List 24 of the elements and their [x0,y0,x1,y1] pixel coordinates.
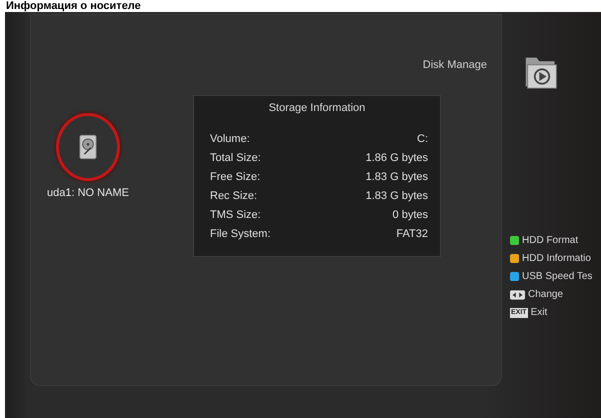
legend-label: Exit [530,307,548,318]
info-value: C: [417,132,428,147]
info-label: Free Size: [210,170,260,185]
legend-label: HDD Format [522,235,578,246]
info-value: 1.86 G bytes [366,151,428,166]
drive-ring[interactable] [56,113,120,181]
hard-drive-icon [79,134,97,160]
left-right-key-icon [510,290,525,300]
caption: Информация о носителе [6,1,141,12]
info-value: 1.83 G bytes [366,170,428,185]
info-value: 0 bytes [392,208,428,223]
menu-title: Disk Manage [422,59,487,71]
info-label: Total Size: [210,151,261,166]
legend-label: USB Speed Tes [522,271,592,282]
info-label: File System: [210,227,271,242]
info-label: TMS Size: [210,208,261,223]
storage-title: Storage Information [268,102,366,114]
info-value: FAT32 [396,227,428,242]
legend-label: Change [528,289,564,300]
device-label: uda1: NO NAME [47,187,129,199]
info-label: Rec Size: [210,189,258,204]
legend-label: HDD Informatio [522,253,591,264]
info-value: 1.83 G bytes [366,189,428,204]
info-label: Volume: [210,132,250,147]
